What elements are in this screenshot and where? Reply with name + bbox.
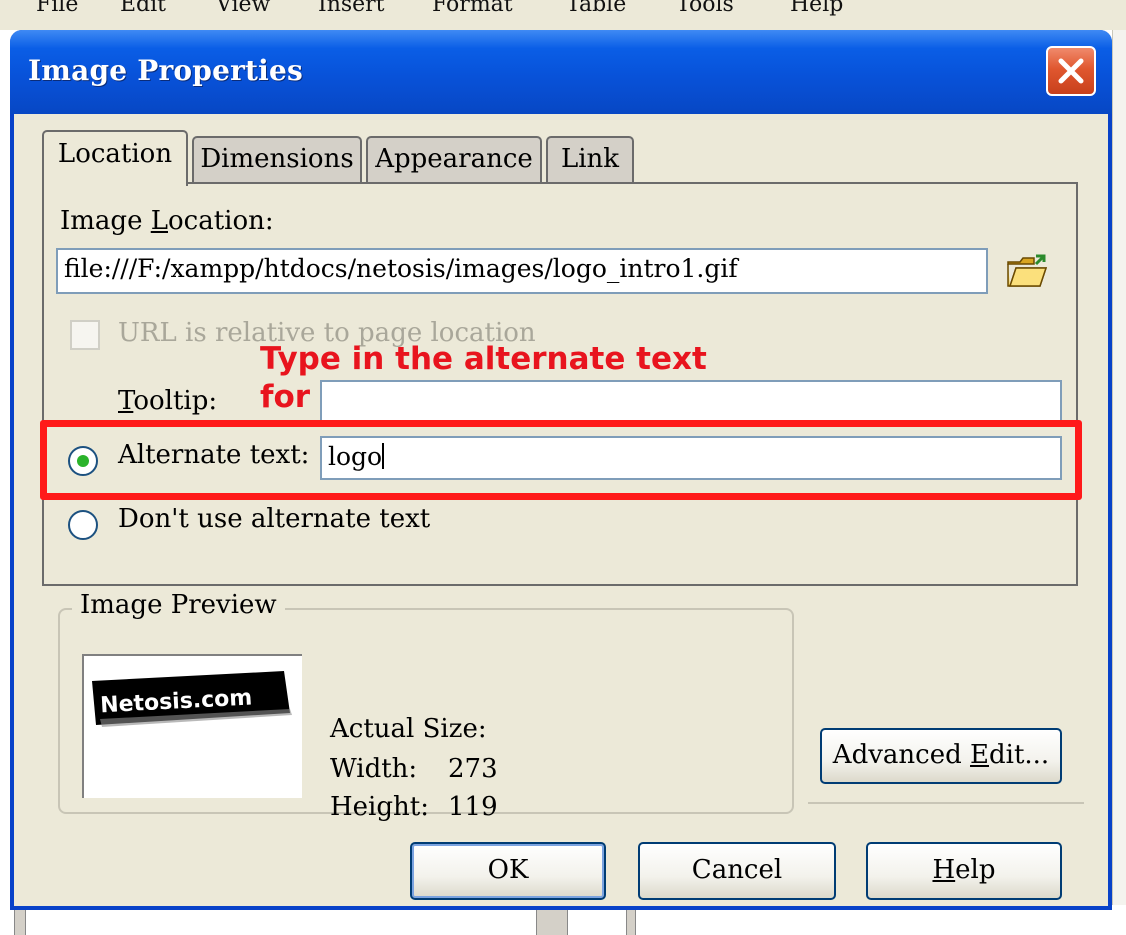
close-button[interactable] [1046,46,1096,96]
tooltip-label: Tooltip: [118,386,218,416]
tab-appearance[interactable]: Appearance [366,136,542,182]
dialog-title-bar[interactable]: Image Properties [10,30,1112,114]
height-value: 119 [448,792,498,822]
width-label: Width: [330,754,418,784]
tab-location[interactable]: Location [42,130,188,186]
help-button[interactable]: Help [866,842,1062,900]
menu-tools[interactable]: Tools [676,0,734,17]
close-icon [1058,58,1084,84]
netosis-logo-preview: Netosis.com [92,671,292,727]
no-alternate-text-label: Don't use alternate text [118,504,431,534]
height-label: Height: [330,792,429,822]
image-preview-legend: Image Preview [72,590,285,620]
menu-edit[interactable]: Edit [120,0,166,17]
tooltip-input[interactable] [320,380,1062,422]
url-relative-checkbox[interactable] [70,320,100,350]
menu-insert[interactable]: Insert [318,0,385,17]
advanced-edit-button[interactable]: Advanced Edit... [820,728,1062,784]
image-properties-dialog: Image Properties Location Dimensions App… [10,30,1112,910]
menu-file[interactable]: File [36,0,78,17]
actual-size-label: Actual Size: [330,714,487,744]
annotation-highlight-box [40,420,1082,500]
image-location-label: Image Location: [60,206,274,236]
tab-link[interactable]: Link [546,136,634,182]
image-location-input[interactable]: file:///F:/xampp/htdocs/netosis/images/l… [56,248,988,294]
dialog-client-area: Location Dimensions Appearance Link Imag… [14,114,1108,906]
background-menubar: File Edit View Insert Format Table Tools… [0,0,1126,30]
background-window-edge [1112,30,1126,935]
dialog-title: Image Properties [28,54,303,87]
menu-view[interactable]: View [216,0,270,17]
tab-dimensions[interactable]: Dimensions [192,136,362,182]
width-value: 273 [448,754,498,784]
menu-help[interactable]: Help [790,0,843,17]
ok-button[interactable]: OK [410,842,606,900]
annotation-text-line1: Type in the alternate text [260,341,707,377]
cancel-button[interactable]: Cancel [638,842,836,900]
button-separator [808,802,1084,804]
menu-table[interactable]: Table [566,0,626,17]
no-alternate-text-radio[interactable] [68,510,98,540]
menu-format[interactable]: Format [432,0,513,17]
browse-folder-icon[interactable] [1006,254,1050,290]
